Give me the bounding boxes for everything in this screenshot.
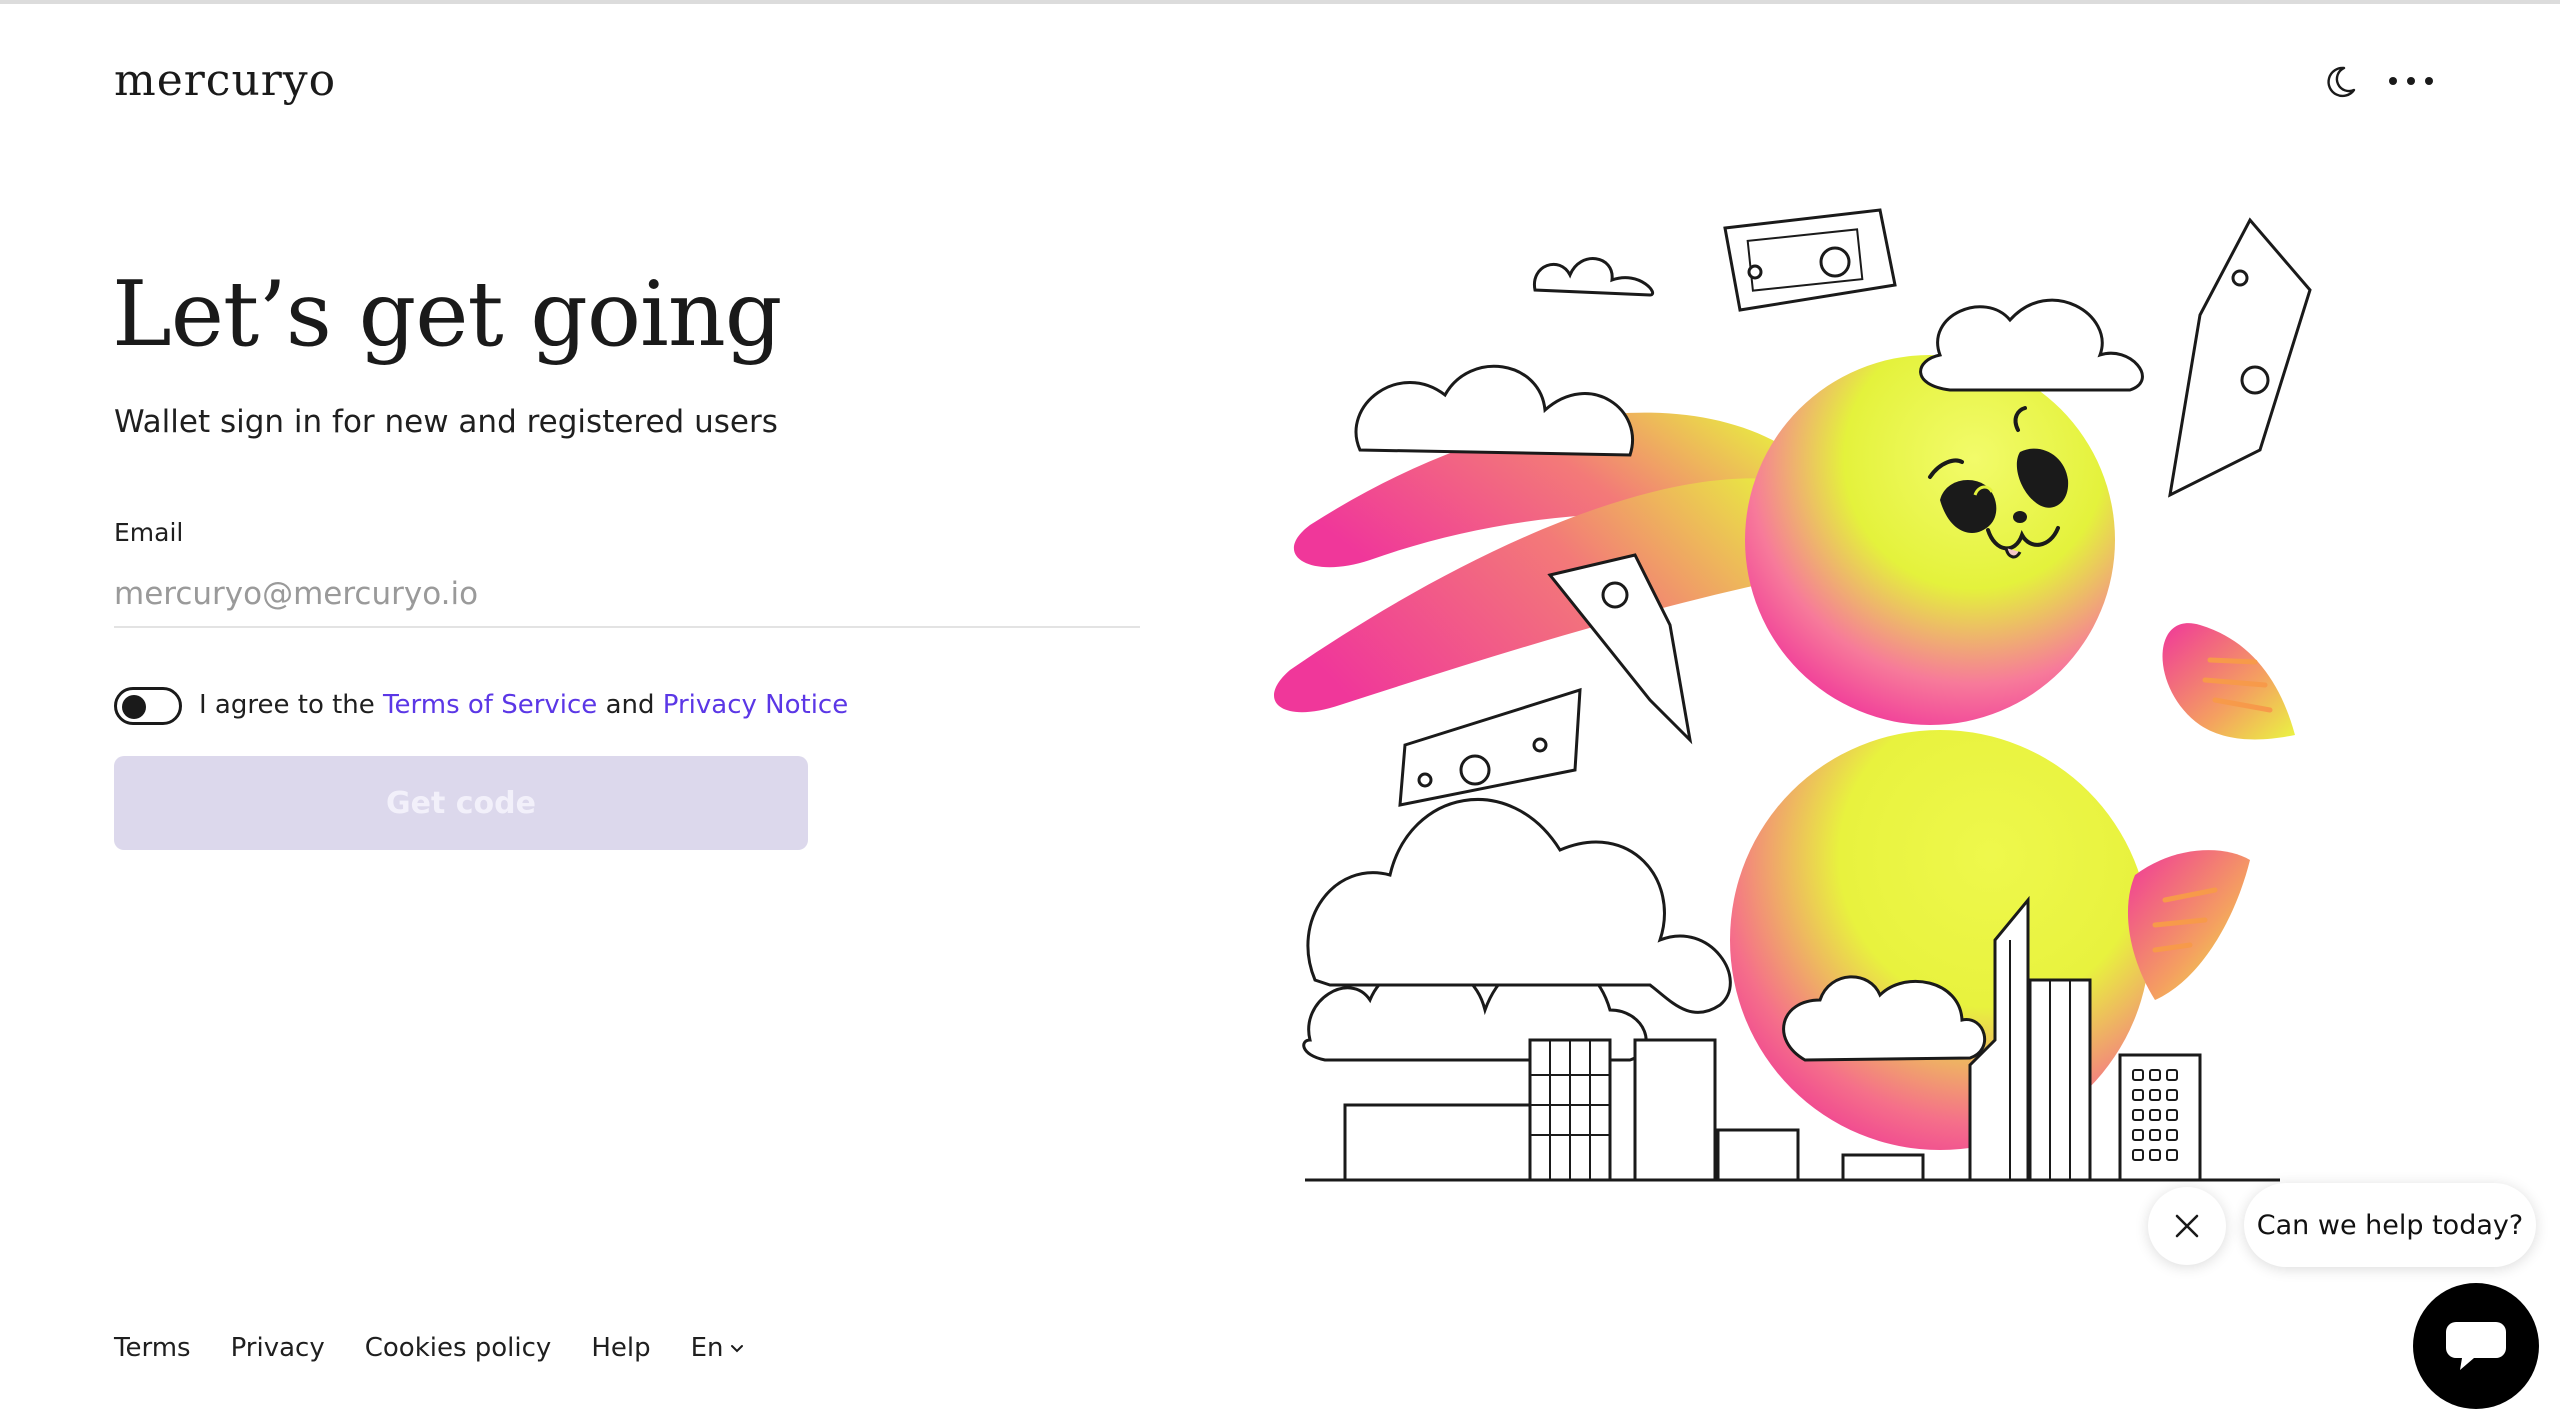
consent-text: I agree to the Terms of Service and Priv… (199, 690, 848, 720)
help-bubble-text: Can we help today? (2256, 1209, 2524, 1241)
help-close-button[interactable] (2148, 1187, 2226, 1265)
page-title: Let’s get going (112, 262, 782, 367)
moon-icon[interactable] (2320, 62, 2360, 102)
chevron-down-icon (730, 1345, 743, 1353)
consent-and: and (605, 690, 655, 720)
top-border (0, 0, 2560, 4)
get-code-button[interactable]: Get code (114, 756, 808, 850)
close-icon (2175, 1214, 2199, 1238)
bunny-city-illustration (1274, 208, 2312, 1182)
footer-link-cookies-policy[interactable]: Cookies policy (365, 1333, 552, 1363)
email-field[interactable] (114, 562, 1140, 628)
footer-link-terms[interactable]: Terms (114, 1333, 191, 1363)
toggle-knob (122, 695, 146, 719)
chat-launcher-button[interactable] (2413, 1283, 2539, 1409)
language-label: En (690, 1333, 724, 1363)
chat-bubble-icon (2446, 1322, 2506, 1370)
footer-link-privacy[interactable]: Privacy (231, 1333, 325, 1363)
privacy-notice-link[interactable]: Privacy Notice (663, 690, 848, 720)
help-bubble[interactable]: Can we help today? (2244, 1183, 2536, 1267)
bunny-head (1745, 355, 2115, 725)
footer: Terms Privacy Cookies policy Help En (114, 1333, 744, 1363)
page-subtitle: Wallet sign in for new and registered us… (114, 404, 778, 440)
email-label: Email (114, 518, 184, 547)
logo[interactable]: mercuryo (114, 55, 336, 106)
consent-toggle[interactable] (114, 687, 182, 725)
footer-link-help[interactable]: Help (591, 1333, 650, 1363)
language-selector[interactable]: En (691, 1333, 744, 1363)
more-dots-icon[interactable] (2386, 66, 2436, 96)
consent-prefix: I agree to the (199, 690, 375, 720)
carrot-bottom (2127, 850, 2250, 1000)
terms-of-service-link[interactable]: Terms of Service (383, 690, 597, 720)
